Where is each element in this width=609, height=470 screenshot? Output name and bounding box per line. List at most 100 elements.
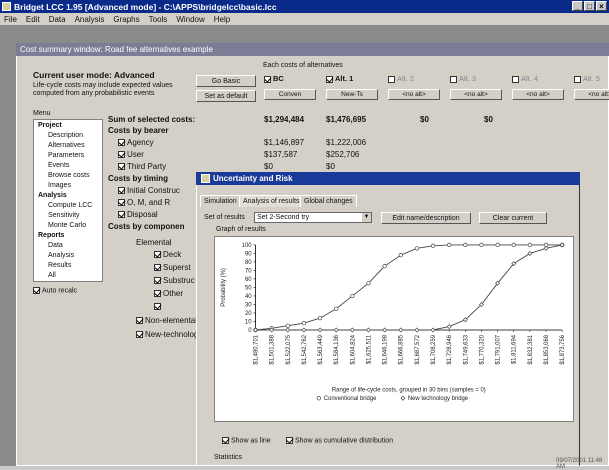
menu-analysis[interactable]: Analysis xyxy=(75,15,105,24)
results-set-value: Set 2-Second try xyxy=(257,214,310,221)
data-point xyxy=(447,242,452,248)
tree-item[interactable]: Data xyxy=(48,242,63,249)
timing-checkbox[interactable]: Initial Construc xyxy=(118,186,180,195)
alt-checkbox-5[interactable]: Alt. 5 xyxy=(574,74,600,83)
data-point xyxy=(414,327,420,333)
tree-item[interactable]: Parameters xyxy=(48,152,84,159)
tree-item[interactable]: Compute LCC xyxy=(48,202,92,209)
alt-checkbox-0[interactable]: BC xyxy=(264,74,284,83)
tree-item[interactable]: Project xyxy=(38,122,62,129)
x-tick-label: $1,749,633 xyxy=(463,334,469,364)
data-point xyxy=(543,245,549,251)
timing-label: Costs by timing xyxy=(108,174,169,183)
x-tick-label: $1,873,756 xyxy=(560,334,566,364)
y-tick-label: 80 xyxy=(245,260,252,266)
menu-window[interactable]: Window xyxy=(176,15,204,24)
checkbox-icon xyxy=(512,75,519,83)
component-checkbox[interactable]: Substruc xyxy=(154,276,195,285)
auto-recalc-label: Auto recalc xyxy=(42,287,78,295)
bearer-checkbox[interactable]: Agency xyxy=(118,138,154,147)
component-checkbox[interactable]: Superst xyxy=(154,263,191,272)
show-line-checkbox[interactable]: Show as line xyxy=(222,437,271,444)
go-basic-button[interactable]: Go Basic xyxy=(196,75,256,87)
tree-item[interactable]: Description xyxy=(48,132,83,139)
show-line-label: Show as line xyxy=(231,437,271,445)
results-set-dropdown[interactable]: Set 2-Second try ▼ xyxy=(254,212,372,223)
tab-analysis-of-results[interactable]: Analysis of results xyxy=(239,195,304,207)
timing-name: O, M, and R xyxy=(127,198,171,207)
alt-name: Alt. 5 xyxy=(583,74,601,83)
data-point xyxy=(398,327,404,333)
dialog-title: Uncertainty and Risk xyxy=(196,172,580,185)
component-checkbox[interactable]: Other xyxy=(154,289,183,298)
component-label: Costs by componen xyxy=(108,222,185,231)
bearer-label: Costs by bearer xyxy=(108,126,169,135)
bearer-value: $252,706 xyxy=(326,150,360,159)
non-elemental-checkbox[interactable]: Non-elemental xyxy=(136,316,197,325)
menu-graphs[interactable]: Graphs xyxy=(113,15,139,24)
alt-checkbox-2[interactable]: Alt. 2 xyxy=(388,74,414,83)
menu-tools[interactable]: Tools xyxy=(149,15,168,24)
tab-global-changes[interactable]: Global changes xyxy=(300,195,357,207)
tree-item[interactable]: Alternatives xyxy=(48,142,85,149)
alt-select-button-4[interactable]: <no alt> xyxy=(512,89,564,100)
tree-item[interactable]: Browse costs xyxy=(48,172,90,179)
y-tick-label: 0 xyxy=(248,328,252,334)
tree-item[interactable]: Reports xyxy=(38,232,64,239)
menu-edit[interactable]: Edit xyxy=(26,15,40,24)
alt-checkbox-3[interactable]: Alt. 3 xyxy=(450,74,476,83)
maximize-button[interactable]: □ xyxy=(584,1,595,11)
alt-name: BC xyxy=(273,74,284,83)
alt-select-button-1[interactable]: New-Ts xyxy=(326,89,378,100)
alt-select-button-5[interactable]: <no alt> xyxy=(574,89,609,100)
tree-item[interactable]: Monte Carlo xyxy=(48,222,86,229)
component-checkbox[interactable] xyxy=(154,302,163,311)
tab-simulation[interactable]: Simulation xyxy=(200,195,241,207)
series-line-1 xyxy=(255,244,563,331)
y-tick-label: 100 xyxy=(242,243,253,249)
timing-checkbox[interactable]: O, M, and R xyxy=(118,198,170,207)
edit-name-button[interactable]: Edit name/description xyxy=(381,212,471,224)
tree-item[interactable]: All xyxy=(48,272,56,279)
x-tick-label: $1,480,701 xyxy=(253,335,259,365)
new-tech-checkbox[interactable]: New-technolog xyxy=(136,330,198,339)
minimize-button[interactable]: _ xyxy=(572,1,583,11)
close-button[interactable]: × xyxy=(596,1,607,11)
x-tick-label: $1,646,198 xyxy=(383,334,389,364)
timing-checkbox[interactable]: Disposal xyxy=(118,210,158,219)
auto-recalc-checkbox[interactable]: Auto recalc xyxy=(33,287,77,294)
x-tick-label: $1,791,007 xyxy=(496,335,502,365)
data-point xyxy=(366,281,371,286)
tree-item[interactable]: Sensitivity xyxy=(48,212,80,219)
checkbox-icon xyxy=(118,151,125,159)
tree-item[interactable]: Results xyxy=(48,262,71,269)
tree-item[interactable]: Events xyxy=(48,162,69,169)
menu-data[interactable]: Data xyxy=(49,15,66,24)
data-point xyxy=(430,243,436,248)
tree-item[interactable]: Analysis xyxy=(48,252,74,259)
data-point xyxy=(495,242,500,248)
alt-checkbox-4[interactable]: Alt. 4 xyxy=(512,74,538,83)
legend-marker-1 xyxy=(400,395,406,401)
menu-file[interactable]: File xyxy=(4,15,17,24)
component-checkbox[interactable]: Deck xyxy=(154,250,181,259)
tree-item[interactable]: Images xyxy=(48,182,71,189)
chevron-down-icon: ▼ xyxy=(362,213,371,222)
bearer-checkbox[interactable]: User xyxy=(118,150,144,159)
alt-name: Alt. 1 xyxy=(335,74,354,83)
menu-help[interactable]: Help xyxy=(214,15,230,24)
clear-current-button[interactable]: Clear current xyxy=(479,212,547,224)
bearer-checkbox[interactable]: Third Party xyxy=(118,162,166,171)
alt-select-button-2[interactable]: <no alt> xyxy=(388,89,440,100)
menu-label: Menu xyxy=(33,110,51,117)
alt-select-button-3[interactable]: <no alt> xyxy=(450,89,502,100)
app-icon xyxy=(2,2,11,11)
sum-value: $0 xyxy=(484,115,493,124)
alt-checkbox-1[interactable]: Alt. 1 xyxy=(326,74,353,83)
tree-item[interactable]: Analysis xyxy=(38,192,67,199)
data-point xyxy=(463,242,468,248)
show-cumulative-checkbox[interactable]: Show as cumulative distribution xyxy=(286,437,393,444)
set-default-button[interactable]: Set as default xyxy=(196,90,256,102)
alt-select-button-0[interactable]: Conven xyxy=(264,89,316,100)
data-point xyxy=(527,242,533,248)
